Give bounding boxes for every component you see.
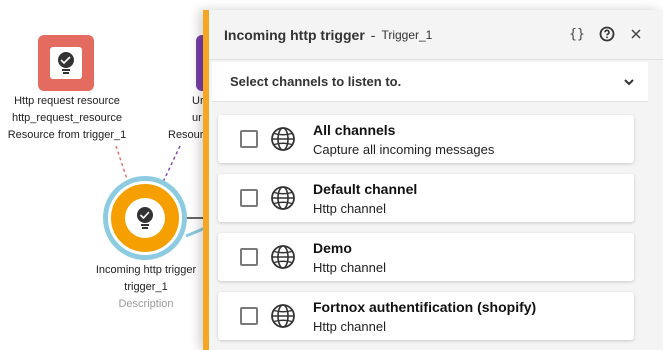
incoming-http-trigger-node[interactable] xyxy=(103,176,187,260)
channel-description: Capture all incoming messages xyxy=(313,142,495,157)
channel-card-fortnox[interactable]: Fortnox authentification (shopify) Http … xyxy=(218,292,634,340)
panel-title: Incoming http trigger xyxy=(224,26,365,43)
flow-canvas[interactable]: Http request resource http_request_resou… xyxy=(0,0,663,350)
globe-icon xyxy=(271,245,295,269)
channel-card-default-channel[interactable]: Default channel Http channel xyxy=(218,174,634,222)
http-request-resource-label: Http request resource http_request_resou… xyxy=(0,93,134,144)
help-button[interactable] xyxy=(597,24,617,44)
panel-title-separator: - xyxy=(370,26,376,43)
panel-subtitle: Trigger_1 xyxy=(381,27,433,42)
channel-name: All channels xyxy=(313,122,396,138)
lightbulb-icon xyxy=(50,47,82,79)
trigger-settings-panel: Incoming http trigger - Trigger_1 {} Sel xyxy=(203,10,663,350)
help-circle-icon xyxy=(599,26,615,42)
channel-selector-label: Select channels to listen to. xyxy=(230,74,402,89)
channel-checkbox[interactable] xyxy=(240,307,258,325)
node-title: Ur xyxy=(192,95,204,107)
channel-checkbox[interactable] xyxy=(240,189,258,207)
purple-resource-label: Ur ur Resource xyxy=(168,93,216,144)
node-id: trigger_1 xyxy=(124,281,168,293)
close-button[interactable] xyxy=(626,24,646,44)
channel-selector-dropdown[interactable]: Select channels to listen to. xyxy=(212,62,648,102)
channel-description: Http channel xyxy=(313,319,386,334)
connection-dashed-red xyxy=(115,145,129,183)
channel-name: Default channel xyxy=(313,181,418,197)
trigger-node-inner xyxy=(108,181,182,255)
node-description: Resource xyxy=(168,129,216,141)
node-title: Incoming http trigger xyxy=(95,264,197,276)
channel-checkbox[interactable] xyxy=(240,248,258,266)
http-request-resource-node[interactable] xyxy=(38,35,94,91)
node-id: http_request_resource xyxy=(11,112,123,124)
code-braces-icon: {} xyxy=(569,26,585,42)
lightbulb-icon xyxy=(125,198,165,238)
node-description: Resource from trigger_1 xyxy=(7,129,127,141)
channel-card-all-channels[interactable]: All channels Capture all incoming messag… xyxy=(218,115,634,163)
panel-header: Incoming http trigger - Trigger_1 {} xyxy=(209,10,663,60)
channel-name: Fortnox authentification (shopify) xyxy=(313,299,537,315)
globe-icon xyxy=(271,186,295,210)
channel-card-demo[interactable]: Demo Http channel xyxy=(218,233,634,281)
node-title: Http request resource xyxy=(14,95,120,107)
incoming-http-trigger-label: Incoming http trigger trigger_1 Descript… xyxy=(84,262,208,313)
node-id: ur xyxy=(192,112,202,124)
globe-icon xyxy=(271,127,295,151)
channel-description: Http channel xyxy=(313,260,386,275)
node-description: Description xyxy=(118,298,174,310)
connection-dashed-purple xyxy=(162,145,181,183)
globe-icon xyxy=(271,304,295,328)
channel-name: Demo xyxy=(313,240,352,256)
channel-description: Http channel xyxy=(313,201,386,216)
close-icon xyxy=(631,29,641,39)
chevron-down-icon xyxy=(624,79,634,86)
channel-checkbox[interactable] xyxy=(240,130,258,148)
json-view-button[interactable]: {} xyxy=(567,24,587,44)
